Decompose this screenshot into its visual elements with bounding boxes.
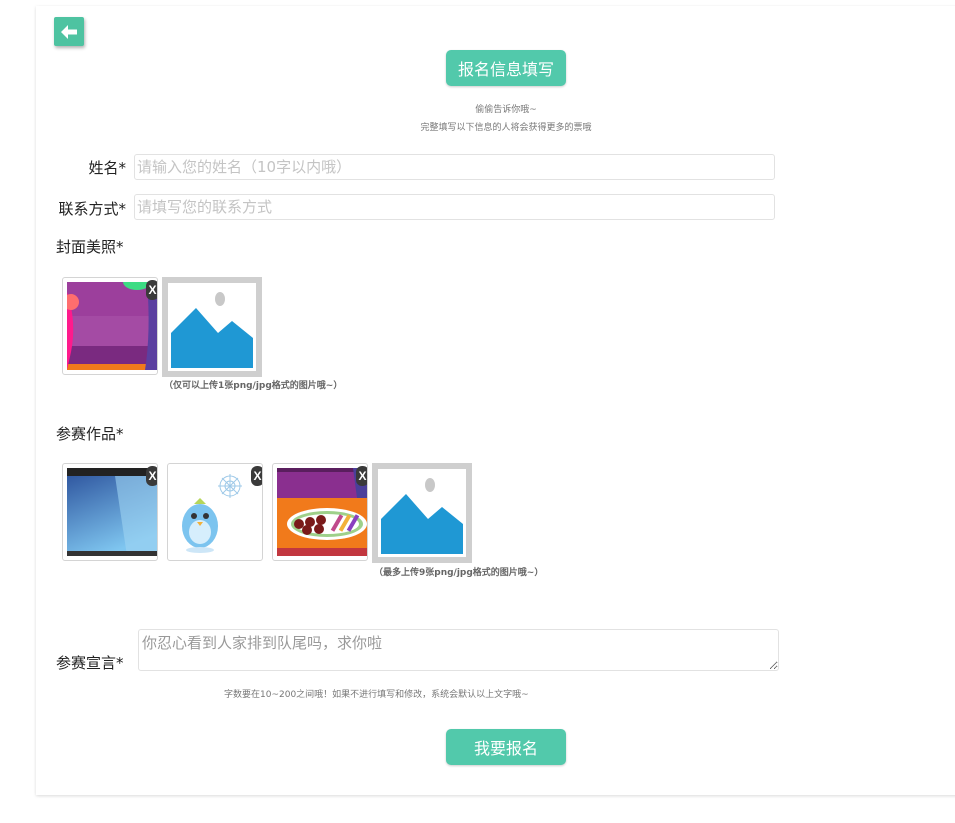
work-image-3 xyxy=(277,468,367,556)
declaration-label: 参赛宣言* xyxy=(56,654,124,672)
work-thumbnail-3[interactable]: X xyxy=(272,463,368,561)
name-input[interactable] xyxy=(134,154,775,180)
work-thumbnail-2[interactable]: X xyxy=(167,463,263,561)
name-label: 姓名* xyxy=(88,159,126,177)
works-label: 参赛作品* xyxy=(56,425,124,443)
work-thumbnail-1[interactable]: X xyxy=(62,463,158,561)
intro-line-2: 完整填写以下信息的人将会获得更多的票哦 xyxy=(420,123,592,133)
submit-button[interactable]: 我要报名 xyxy=(446,729,566,765)
work-image-1 xyxy=(67,468,157,556)
intro-line-1: 偷偷告诉你哦~ xyxy=(475,105,537,115)
page-title-button: 报名信息填写 xyxy=(446,50,566,86)
image-placeholder-icon xyxy=(378,469,466,557)
declaration-hint: 字数要在10~200之间哦！如果不进行填写和修改，系统会默认以上文字哦~ xyxy=(224,690,529,700)
contact-label: 联系方式* xyxy=(58,200,126,218)
contact-input[interactable] xyxy=(134,194,775,220)
cover-hint: （仅可以上传1张png/jpg格式的图片哦~） xyxy=(164,381,343,391)
works-hint: （最多上传9张png/jpg格式的图片哦~） xyxy=(374,568,544,578)
declaration-textarea[interactable]: 你忍心看到人家排到队尾吗，求你啦 xyxy=(138,629,779,671)
back-button[interactable] xyxy=(54,17,84,46)
work-delete-button-2[interactable]: X xyxy=(251,466,262,486)
cover-thumbnail[interactable]: X xyxy=(62,277,158,375)
work-delete-button-1[interactable]: X xyxy=(146,466,157,486)
cover-delete-button[interactable]: X xyxy=(146,280,157,300)
work-image-2 xyxy=(172,468,262,556)
works-upload-slot[interactable] xyxy=(372,463,472,563)
cover-upload-slot[interactable] xyxy=(162,277,262,377)
cover-label: 封面美照* xyxy=(56,238,124,256)
cover-image xyxy=(67,282,157,370)
work-delete-button-3[interactable]: X xyxy=(356,466,367,486)
image-placeholder-icon xyxy=(168,283,256,371)
arrow-left-icon xyxy=(61,24,77,39)
